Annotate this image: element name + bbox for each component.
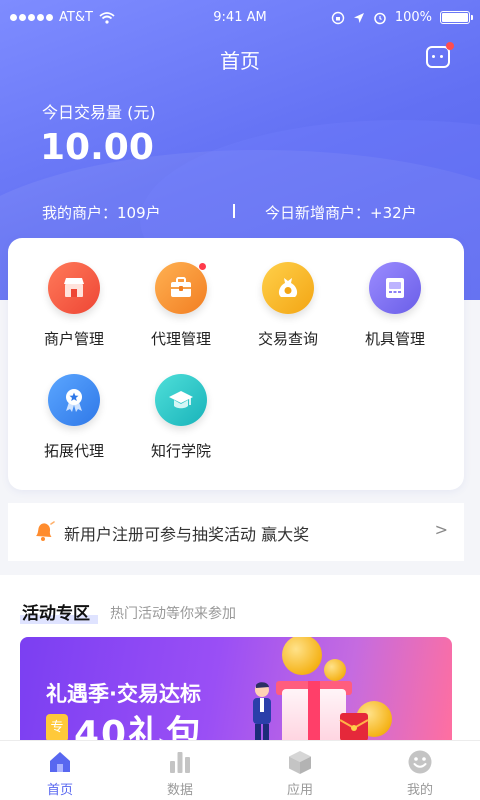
- tab-label: 数据: [166, 783, 193, 798]
- bottom-tab-bar: 首页 数据 应用 我的: [0, 740, 480, 800]
- notification-badge: [198, 262, 207, 271]
- gift-ribbon: [308, 681, 320, 740]
- briefcase-icon: [155, 262, 207, 314]
- stat-divider: [233, 204, 235, 218]
- graduation-cap-icon: [155, 374, 207, 426]
- grid-item-device-management[interactable]: 机具管理: [345, 262, 445, 349]
- tab-data[interactable]: 数据: [120, 741, 240, 800]
- grid-item-label: 机具管理: [364, 330, 425, 348]
- grid-item-label: 代理管理: [150, 330, 211, 348]
- function-grid-card: 商户管理 代理管理 交易查询 机具管理 拓展代理 知行学院: [8, 238, 464, 490]
- location-arrow-icon: [353, 12, 364, 23]
- grid-item-label: 拓展代理: [43, 442, 104, 460]
- activity-banner[interactable]: 礼遇季·交易达标 专 40礼包: [20, 637, 452, 740]
- coin-icon: [324, 659, 346, 681]
- alarm-icon: [374, 12, 386, 24]
- status-bar: AT&T 9:41 AM 100%: [0, 0, 480, 36]
- store-icon: [48, 262, 100, 314]
- volume-label: 今日交易量 (元): [42, 103, 156, 122]
- coin-icon: [282, 637, 322, 675]
- battery-icon: [440, 11, 473, 24]
- pos-terminal-icon: [369, 262, 421, 314]
- promo-notice-bar[interactable]: 新用户注册可参与抽奖活动 赢大奖 >: [8, 503, 464, 561]
- activity-title: 活动专区: [22, 604, 90, 624]
- award-badge-icon: [48, 374, 100, 426]
- grid-item-label: 知行学院: [150, 442, 211, 460]
- banner-title: 礼遇季·交易达标: [46, 682, 201, 706]
- home-icon: [50, 752, 70, 772]
- battery-percent: 100%: [394, 10, 432, 25]
- message-icon[interactable]: [426, 42, 454, 68]
- tab-apps[interactable]: 应用: [240, 741, 360, 800]
- tab-home[interactable]: 首页: [0, 741, 120, 800]
- money-bag-icon: [262, 262, 314, 314]
- cube-icon: [289, 751, 311, 774]
- message-badge: [446, 42, 454, 50]
- tab-label: 我的: [406, 783, 433, 798]
- banner-tag: 专: [46, 714, 68, 740]
- grid-item-agent-management[interactable]: 代理管理: [131, 262, 231, 349]
- grid-item-academy[interactable]: 知行学院: [131, 374, 231, 461]
- grid-item-label: 交易查询: [257, 330, 318, 348]
- activity-section: 活动专区 热门活动等你来参加 礼遇季·交易达标 专 40礼包: [0, 575, 480, 740]
- page-title: 首页: [220, 49, 260, 73]
- red-envelope-icon: [339, 713, 369, 740]
- grid-item-label: 商户管理: [43, 330, 104, 348]
- activity-subtitle: 热门活动等你来参加: [110, 606, 236, 622]
- person-illustration: [246, 681, 278, 740]
- tab-label: 应用: [286, 783, 313, 798]
- tab-label: 首页: [46, 783, 73, 798]
- chevron-right-icon: >: [434, 520, 448, 539]
- orientation-lock-icon: [331, 11, 345, 24]
- grid-item-transaction-query[interactable]: 交易查询: [238, 262, 338, 349]
- bar-chart-icon: [170, 752, 190, 773]
- grid-item-merchant-management[interactable]: 商户管理: [24, 262, 124, 349]
- volume-value: 10.00: [40, 127, 154, 168]
- notice-text: 新用户注册可参与抽奖活动 赢大奖: [64, 525, 310, 544]
- new-merchants-stat: 今日新增商户：+32户: [265, 204, 417, 222]
- smiley-face-icon: [408, 750, 432, 774]
- status-right-group: 100%: [331, 10, 473, 25]
- banner-headline: 40礼包: [74, 714, 205, 740]
- tab-mine[interactable]: 我的: [360, 741, 480, 800]
- bell-icon: [36, 521, 55, 541]
- my-merchants-stat: 我的商户：109户: [42, 204, 161, 222]
- grid-item-expand-agent[interactable]: 拓展代理: [24, 374, 124, 461]
